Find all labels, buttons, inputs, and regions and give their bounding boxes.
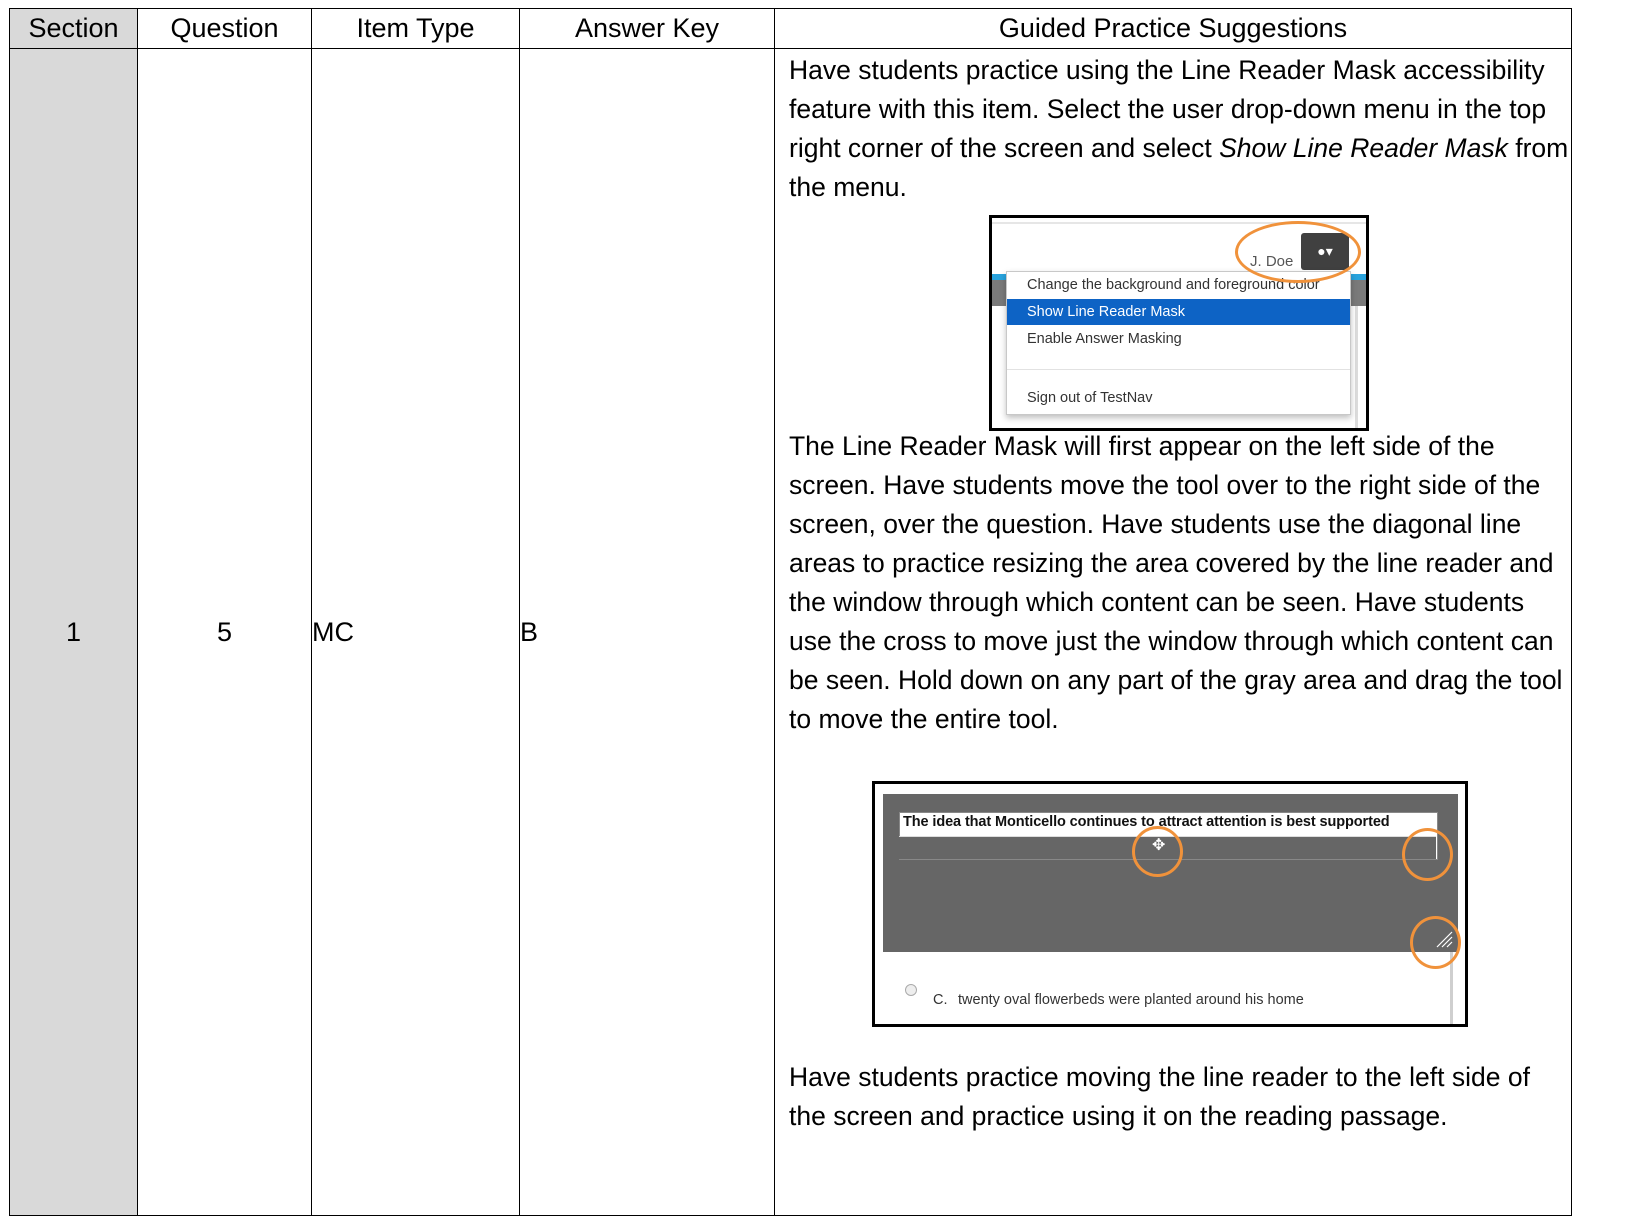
dropdown-screenshot: J. Doe ●▾ Change the background and fore… xyxy=(989,215,1369,431)
header-section: Section xyxy=(9,8,138,49)
highlight-oval xyxy=(1410,916,1461,969)
header-question: Question xyxy=(137,8,312,49)
cell-answer-key: B xyxy=(519,48,775,1216)
cell-guided-practice: Have students practice using the Line Re… xyxy=(774,48,1572,1216)
table-row: 1 5 MC B Have students practice using th… xyxy=(9,48,1572,1216)
guided-paragraph-1: Have students practice using the Line Re… xyxy=(789,51,1569,207)
highlight-oval xyxy=(1402,828,1453,881)
menu-item-answer-masking[interactable]: Enable Answer Masking xyxy=(1007,326,1350,352)
guided-paragraph-3: Have students practice moving the line r… xyxy=(789,1062,1530,1131)
option-text: twenty oval flowerbeds were planted arou… xyxy=(958,992,1304,1008)
guided-practice-table: Section Question Item Type Answer Key Gu… xyxy=(9,8,1572,1216)
cell-section: 1 xyxy=(9,48,138,1216)
scrollbar xyxy=(1355,306,1358,428)
highlight-oval xyxy=(1235,221,1361,283)
radio-button-icon[interactable] xyxy=(905,984,917,996)
line-reader-screenshot: The idea that Monticello continues to at… xyxy=(872,781,1468,1027)
cell-item-type: MC xyxy=(311,48,520,1216)
option-letter: C. xyxy=(933,992,948,1008)
menu-item-sign-out[interactable]: Sign out of TestNav xyxy=(1007,385,1350,411)
header-row: Section Question Item Type Answer Key Gu… xyxy=(9,8,1572,49)
guided-paragraph-2: The Line Reader Mask will first appear o… xyxy=(789,431,1563,734)
header-item-type: Item Type xyxy=(311,8,520,49)
menu-item-show-line-reader[interactable]: Show Line Reader Mask xyxy=(1007,299,1350,325)
menu-divider xyxy=(1007,369,1350,370)
cell-question: 5 xyxy=(137,48,312,1216)
guided-content: Have students practice using the Line Re… xyxy=(775,49,1571,1215)
header-guided-practice: Guided Practice Suggestions xyxy=(774,8,1572,49)
highlight-oval xyxy=(1132,826,1183,877)
paragraph-1-emphasis: Show Line Reader Mask xyxy=(1219,133,1508,163)
user-dropdown-menu: Change the background and foreground col… xyxy=(1006,271,1351,415)
header-answer-key: Answer Key xyxy=(519,8,775,49)
